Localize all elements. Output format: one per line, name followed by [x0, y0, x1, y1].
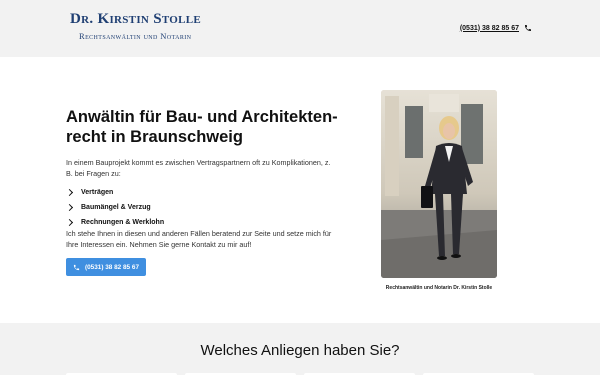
- chevron-right-icon: [65, 203, 74, 212]
- chevron-right-icon: [65, 188, 74, 197]
- list-item: Rechnungen & Werklohn: [65, 215, 165, 230]
- brand-subtitle: Rechtsanwältin und Notarin: [79, 31, 192, 41]
- section-title: Welches Anliegen haben Sie?: [200, 342, 400, 359]
- header-phone-link[interactable]: (0531) 38 82 85 67: [460, 24, 532, 32]
- list-item-label: Verträgen: [81, 189, 114, 196]
- phone-icon: [524, 24, 532, 32]
- concerns-section: Welches Anliegen haben Sie?: [0, 323, 600, 375]
- list-item: Verträgen: [65, 185, 164, 200]
- brand-name: Dr. Kirstin Stolle: [70, 11, 202, 27]
- photo-caption: Rechtsanwältin und Notarin Dr. Kirstin S…: [385, 285, 493, 291]
- topic-list: Verträgen Baumängel & Verzug Rechnungen …: [65, 185, 165, 230]
- site-header: Dr. Kirstin Stolle Rechtsanwältin und No…: [0, 0, 600, 57]
- hero-section: Anwältin für Bau- und Architekten­recht …: [0, 57, 600, 323]
- call-button[interactable]: (0531) 38 82 85 67: [66, 258, 146, 276]
- portrait-photo: [381, 90, 497, 278]
- intro-text: In einem Bauprojekt kommt es zwischen Ve…: [66, 158, 331, 178]
- outro-text: Ich stehe Ihnen in diesen und anderen Fä…: [66, 229, 332, 249]
- call-button-label: (0531) 38 82 85 67: [84, 263, 139, 271]
- phone-icon: [73, 264, 80, 271]
- page-title: Anwältin für Bau- und Architekten­recht …: [66, 108, 338, 146]
- chevron-right-icon: [65, 218, 74, 227]
- list-item-label: Rechnungen & Werklohn: [81, 219, 165, 226]
- list-item-label: Baumängel & Verzug: [81, 204, 151, 211]
- brand-logo[interactable]: Dr. Kirstin Stolle Rechtsanwältin und No…: [70, 11, 201, 41]
- header-phone-number[interactable]: (0531) 38 82 85 67: [460, 25, 519, 32]
- list-item: Baumängel & Verzug: [65, 200, 164, 215]
